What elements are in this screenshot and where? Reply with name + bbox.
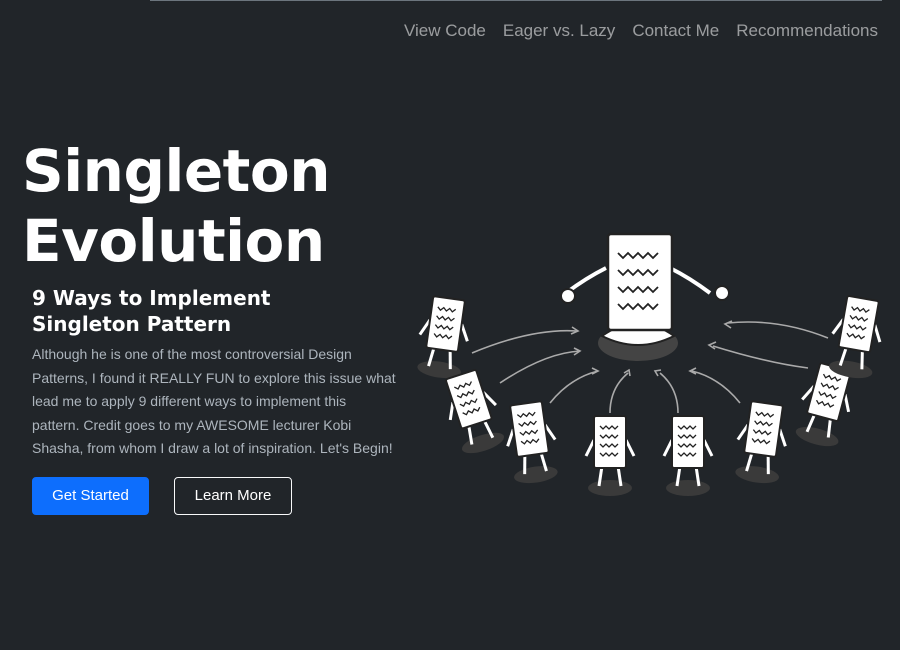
- hero-subtitle: 9 Ways to Implement Singleton Pattern: [32, 285, 271, 337]
- page-title-line1: Singleton: [22, 137, 331, 205]
- nav-view-code[interactable]: View Code: [404, 20, 486, 42]
- page-title: Singleton Evolution: [22, 136, 331, 276]
- hero-subtitle-line1: 9 Ways to Implement: [32, 286, 271, 310]
- nav-eager-vs-lazy[interactable]: Eager vs. Lazy: [503, 20, 615, 42]
- nav-contact-me[interactable]: Contact Me: [632, 20, 719, 42]
- top-divider: [150, 0, 882, 1]
- page-title-line2: Evolution: [22, 207, 325, 275]
- nav-recommendations[interactable]: Recommendations: [736, 20, 878, 42]
- hero-lead-text: Although he is one of the most controver…: [32, 346, 396, 456]
- meditating-documents-illustration: [412, 232, 889, 498]
- top-nav: View Code Eager vs. Lazy Contact Me Reco…: [404, 20, 878, 42]
- hero-subtitle-line2: Singleton Pattern: [32, 312, 232, 336]
- learn-more-button[interactable]: Learn More: [174, 477, 292, 515]
- get-started-button[interactable]: Get Started: [32, 477, 149, 515]
